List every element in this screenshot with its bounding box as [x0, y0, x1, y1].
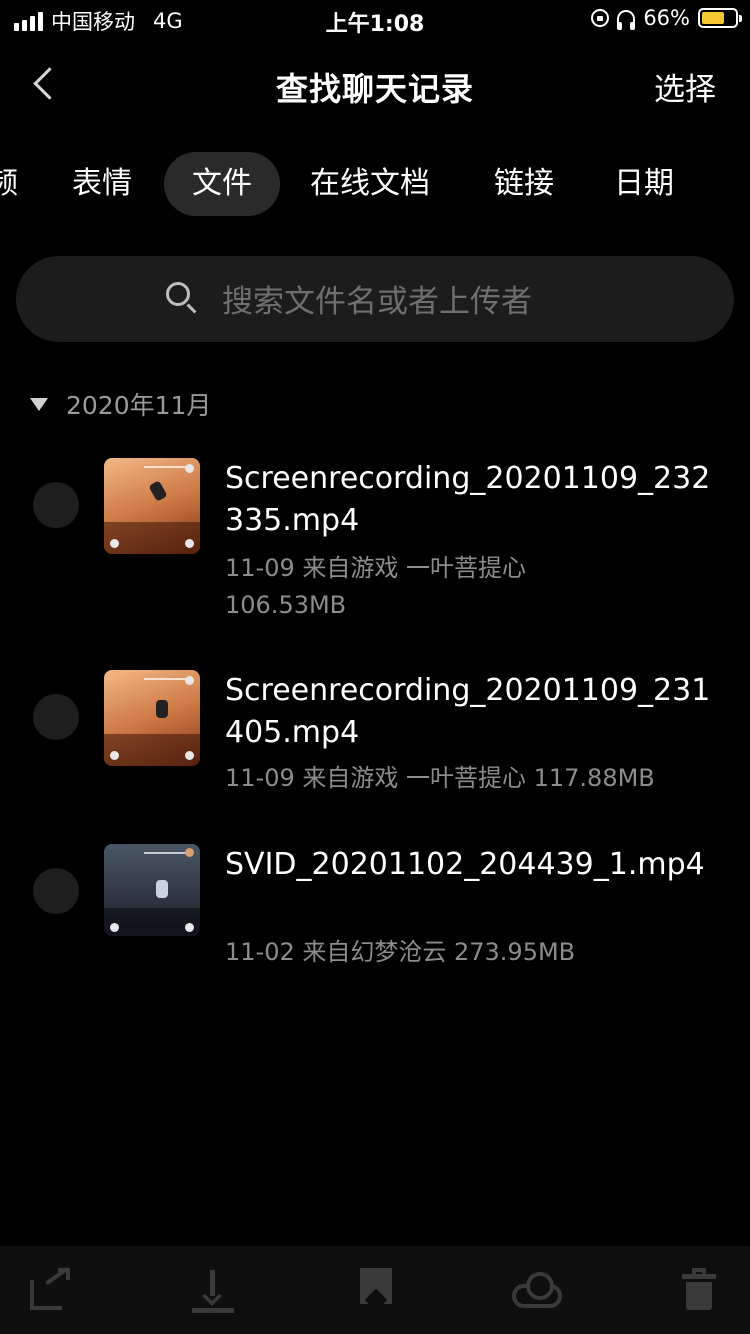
file-meta: 11-09 来自游戏 一叶菩提心 117.88MB [225, 764, 655, 792]
tab-files[interactable]: 文件 [164, 152, 280, 216]
select-radio[interactable] [33, 694, 79, 740]
search-icon [166, 282, 190, 306]
page-title: 查找聊天记录 [275, 70, 474, 108]
share-icon[interactable] [28, 1266, 74, 1314]
trash-icon[interactable] [680, 1268, 726, 1314]
search-input[interactable]: 搜索文件名或者上传者 [16, 256, 734, 342]
headphone-icon [617, 10, 636, 30]
video-thumbnail [104, 458, 200, 554]
nav-bar: 查找聊天记录 选择 [0, 52, 750, 116]
file-name: Screenrecording_20201109_232335.mp4 [225, 461, 711, 538]
file-name: SVID_20201102_204439_1.mp4 [225, 847, 705, 882]
tab-video[interactable]: 频 [0, 152, 18, 216]
month-label: 2020年11月 [66, 391, 212, 420]
file-meta: 11-09 来自游戏 一叶菩提心 [225, 554, 526, 582]
file-name: Screenrecording_20201109_231405.mp4 [225, 673, 711, 750]
month-group-header[interactable]: 2020年11月 [30, 386, 211, 422]
tab-links[interactable]: 链接 [494, 152, 554, 216]
tab-stickers[interactable]: 表情 [72, 152, 132, 216]
bottom-toolbar [0, 1246, 750, 1334]
file-meta: 11-02 来自幻梦沧云 273.95MB [225, 938, 576, 966]
battery-percent: 66% [643, 6, 690, 30]
bookmark-icon[interactable] [356, 1268, 402, 1314]
video-thumbnail [104, 670, 200, 766]
video-thumbnail [104, 844, 200, 936]
collapse-triangle-icon [30, 397, 48, 411]
tab-online-docs[interactable]: 在线文档 [310, 152, 430, 216]
cloud-icon[interactable] [510, 1268, 566, 1314]
tab-date[interactable]: 日期 [614, 152, 674, 216]
orientation-lock-icon [591, 9, 610, 27]
category-tabs: 频 表情 文件 在线文档 链接 日期 [0, 152, 750, 216]
download-icon[interactable] [190, 1268, 236, 1314]
battery-icon [698, 8, 742, 28]
file-size: 106.53MB [225, 591, 347, 619]
select-button[interactable]: 选择 [654, 64, 716, 109]
status-bar: 中国移动 4G 上午1:08 66% [0, 0, 750, 40]
search-placeholder: 搜索文件名或者上传者 [222, 284, 532, 320]
select-radio[interactable] [33, 868, 79, 914]
select-radio[interactable] [33, 482, 79, 528]
